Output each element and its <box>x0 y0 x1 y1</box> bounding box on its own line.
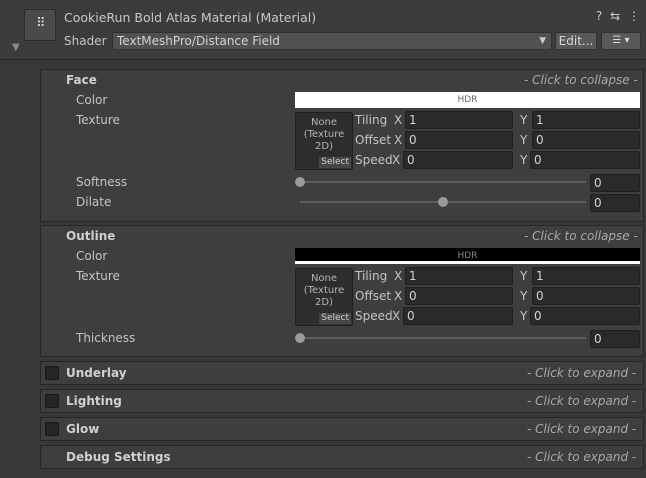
glow-title[interactable]: Glow <box>66 422 99 436</box>
outline-speed-y-field[interactable]: 0 <box>530 307 640 325</box>
foldout-arrow-icon[interactable]: ▼ <box>12 42 20 53</box>
face-color-label: Color <box>76 93 108 107</box>
outline-offset-x-label: X <box>394 289 403 303</box>
face-tiling-y-label: Y <box>520 113 528 127</box>
face-texture-slot[interactable]: None (Texture 2D) Select <box>295 112 353 170</box>
face-softness-slider[interactable] <box>300 181 586 183</box>
glow-expand-hint[interactable]: - Click to expand - <box>527 422 636 436</box>
glow-checkbox[interactable] <box>45 422 59 436</box>
outline-texture-select-button[interactable]: Select <box>319 313 351 324</box>
outline-color-label: Color <box>76 249 108 263</box>
face-speed-y-field[interactable]: 0 <box>530 151 640 169</box>
help-icon[interactable]: ? <box>596 9 602 23</box>
face-collapse-hint[interactable]: - Click to collapse - <box>524 73 638 87</box>
outline-thickness-field[interactable]: 0 <box>590 330 640 348</box>
outline-thickness-slider[interactable] <box>300 337 586 339</box>
face-speed-x-label: X <box>392 153 401 167</box>
face-speed-x-field[interactable]: 0 <box>403 151 513 169</box>
face-title[interactable]: Face <box>66 73 97 87</box>
lighting-checkbox[interactable] <box>45 394 59 408</box>
face-tiling-x-field[interactable]: 1 <box>405 111 513 129</box>
underlay-checkbox[interactable] <box>45 366 59 380</box>
edit-shader-button[interactable]: Edit... <box>555 32 597 50</box>
outline-tiling-x-label: X <box>394 269 403 283</box>
face-offset-x-label: X <box>394 133 403 147</box>
outline-texture-none: None (Texture 2D) <box>303 273 345 308</box>
outline-tiling-x-field[interactable]: 1 <box>405 267 513 285</box>
shader-dropdown-value: TextMeshPro/Distance Field <box>117 34 280 48</box>
face-offset-y-label: Y <box>520 133 528 147</box>
outline-offset-y-label: Y <box>520 289 528 303</box>
outline-thickness-slider-knob[interactable] <box>295 333 305 343</box>
material-icon: ⠿ <box>24 9 56 41</box>
preset-icon[interactable]: ⇆ <box>610 9 620 23</box>
face-texture-none: None (Texture 2D) <box>303 117 345 152</box>
shader-dropdown[interactable]: TextMeshPro/Distance Field ▼ <box>112 32 552 50</box>
face-offset-y-field[interactable]: 0 <box>532 131 640 149</box>
outline-color-hdr: HDR <box>457 251 478 261</box>
face-dilate-field[interactable]: 0 <box>590 194 640 212</box>
material-title: CookieRun Bold Atlas Material (Material) <box>64 10 317 25</box>
face-offset-label: Offset <box>355 133 392 147</box>
face-color-field[interactable]: HDR <box>295 92 640 108</box>
debug-settings-title[interactable]: Debug Settings <box>66 450 171 464</box>
outline-thickness-label: Thickness <box>76 331 136 345</box>
outline-offset-y-field[interactable]: 0 <box>532 287 640 305</box>
shader-list-button[interactable]: ☰ ▾ <box>601 32 641 50</box>
outline-collapse-hint[interactable]: - Click to collapse - <box>524 229 638 243</box>
outline-offset-label: Offset <box>355 289 392 303</box>
outline-offset-x-field[interactable]: 0 <box>405 287 513 305</box>
face-speed-label: Speed <box>355 153 393 167</box>
underlay-title[interactable]: Underlay <box>66 366 127 380</box>
face-softness-slider-knob[interactable] <box>295 177 305 187</box>
outline-tiling-y-label: Y <box>520 269 528 283</box>
outline-speed-y-label: Y <box>520 309 528 323</box>
lighting-expand-hint[interactable]: - Click to expand - <box>527 394 636 408</box>
dropdown-caret-icon: ▼ <box>539 36 546 46</box>
outline-speed-label: Speed <box>355 309 393 323</box>
outline-texture-slot[interactable]: None (Texture 2D) Select <box>295 268 353 326</box>
debug-settings-expand-hint[interactable]: - Click to expand - <box>527 450 636 464</box>
face-texture-label: Texture <box>76 113 120 127</box>
face-texture-select-button[interactable]: Select <box>319 157 351 168</box>
material-preview-icon: ⠿ <box>36 16 46 31</box>
face-speed-y-label: Y <box>520 153 528 167</box>
face-softness-label: Softness <box>76 175 128 189</box>
face-tiling-label: Tiling <box>355 113 388 127</box>
material-header: ⠿ CookieRun Bold Atlas Material (Materia… <box>0 0 646 60</box>
outline-tiling-y-field[interactable]: 1 <box>532 267 640 285</box>
outline-texture-label: Texture <box>76 269 120 283</box>
face-dilate-slider-knob[interactable] <box>438 197 448 207</box>
outline-speed-x-label: X <box>392 309 401 323</box>
face-softness-field[interactable]: 0 <box>590 174 640 192</box>
menu-icon[interactable]: ⋮ <box>628 9 640 23</box>
face-tiling-y-field[interactable]: 1 <box>532 111 640 129</box>
underlay-expand-hint[interactable]: - Click to expand - <box>527 366 636 380</box>
face-tiling-x-label: X <box>394 113 403 127</box>
face-offset-x-field[interactable]: 0 <box>405 131 513 149</box>
header-icons: ? ⇆ ⋮ <box>592 9 640 23</box>
outline-title[interactable]: Outline <box>66 229 115 243</box>
face-color-hdr: HDR <box>457 95 478 105</box>
outline-color-field[interactable]: HDR <box>295 248 640 264</box>
outline-speed-x-field[interactable]: 0 <box>403 307 513 325</box>
outline-tiling-label: Tiling <box>355 269 388 283</box>
face-dilate-label: Dilate <box>76 195 112 209</box>
shader-label: Shader <box>64 34 107 48</box>
lighting-title[interactable]: Lighting <box>66 394 122 408</box>
